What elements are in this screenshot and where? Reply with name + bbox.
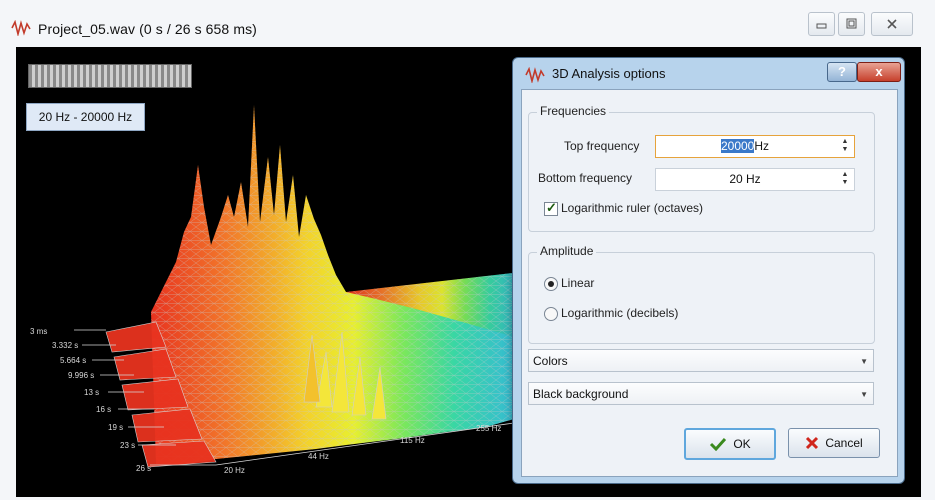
radio-selected-dot (548, 281, 554, 287)
time-tick-label: 16 s (96, 405, 111, 414)
bottom-frequency-label: Bottom frequency (538, 171, 633, 185)
dropdown-arrow-icon: ▼ (860, 357, 868, 366)
log-ruler-label[interactable]: Logarithmic ruler (octaves) (561, 201, 703, 215)
app-window: Project_05.wav (0 s / 26 s 658 ms) 20 Hz… (0, 0, 935, 500)
maximize-icon (846, 18, 857, 29)
top-frequency-value[interactable]: 20000 (720, 139, 755, 153)
dialog-body: Frequencies Top frequency 20000Hz ▲ ▼ Bot… (521, 89, 898, 477)
spin-arrows-icon[interactable]: ▲ ▼ (839, 171, 851, 188)
freq-tick-label: 115 Hz (400, 436, 425, 445)
window-title: Project_05.wav (0 s / 26 s 658 ms) (38, 21, 257, 37)
cancel-x-icon (806, 436, 819, 450)
freq-tick-label: 44 Hz (308, 452, 329, 461)
minimize-button[interactable] (808, 12, 835, 36)
waveform-icon (11, 20, 31, 36)
bottom-frequency-spinbox[interactable]: 20 Hz ▲ ▼ (655, 168, 855, 191)
spin-arrows-icon[interactable]: ▲ ▼ (839, 138, 851, 155)
time-tick-label: 9.996 s (68, 371, 94, 380)
logarithmic-label[interactable]: Logarithmic (decibels) (561, 306, 678, 320)
logarithmic-radio[interactable] (544, 307, 558, 321)
dropdown-arrow-icon: ▼ (860, 390, 868, 399)
colors-select-value: Colors (533, 354, 568, 368)
checkmark-icon: ✓ (546, 200, 557, 215)
time-tick-label: 5.664 s (60, 356, 86, 365)
time-tick-label: 19 s (108, 423, 123, 432)
checkmark-icon (710, 437, 727, 451)
linear-label[interactable]: Linear (561, 276, 594, 290)
ok-label: OK (733, 437, 751, 451)
cancel-button[interactable]: Cancel (788, 428, 880, 458)
freq-tick-label: 255 Hz (476, 424, 501, 433)
ok-button[interactable]: OK (684, 428, 776, 460)
top-frequency-label: Top frequency (564, 139, 640, 153)
frequencies-group: Frequencies Top frequency 20000Hz ▲ ▼ Bot… (528, 104, 875, 232)
help-button[interactable]: ? (827, 62, 857, 82)
top-frequency-unit: Hz (754, 139, 770, 153)
minimize-icon (816, 23, 827, 29)
time-tick-label: 3.332 s (52, 341, 78, 350)
dialog-close-button[interactable]: x (857, 62, 901, 82)
close-icon (887, 19, 897, 29)
background-select-value: Black background (533, 387, 629, 401)
linear-radio[interactable] (544, 277, 558, 291)
time-tick-label: 26 s (136, 464, 151, 473)
cancel-label: Cancel (825, 436, 863, 450)
freq-tick-label: 20 Hz (224, 466, 245, 475)
maximize-button[interactable] (838, 12, 865, 36)
close-window-button[interactable] (871, 12, 913, 36)
log-ruler-checkbox[interactable]: ✓ (544, 200, 558, 216)
background-select[interactable]: Black background ▼ (528, 382, 874, 405)
time-tick-label: 13 s (84, 388, 99, 397)
time-tick-label: 3 ms (30, 327, 47, 336)
amplitude-group: Amplitude Linear Logarithmic (decibels) (528, 244, 875, 344)
bottom-frequency-value[interactable]: 20 Hz (656, 169, 834, 190)
title-bar[interactable]: Project_05.wav (0 s / 26 s 658 ms) (0, 0, 935, 46)
analysis-options-dialog: 3D Analysis options ? x Frequencies Top … (512, 57, 905, 484)
colors-select[interactable]: Colors ▼ (528, 349, 874, 372)
dialog-title: 3D Analysis options (552, 66, 666, 81)
frequencies-legend: Frequencies (537, 104, 610, 118)
waveform-icon (525, 67, 545, 83)
time-tick-label: 23 s (120, 441, 135, 450)
amplitude-legend: Amplitude (537, 244, 597, 258)
top-frequency-spinbox[interactable]: 20000Hz ▲ ▼ (655, 135, 855, 158)
